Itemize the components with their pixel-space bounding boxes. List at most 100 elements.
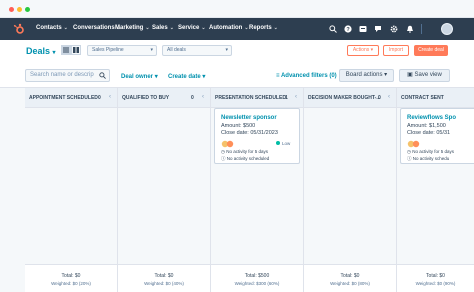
chevron-down-icon: ⌄ <box>145 25 150 31</box>
column-weighted: Weighted: $0 (20%) <box>51 281 91 286</box>
settings-icon[interactable] <box>389 24 398 33</box>
info-icon: ⓘ <box>221 156 226 161</box>
chevron-down-icon: ▾ <box>384 72 388 78</box>
list-view-icon <box>63 47 69 53</box>
grid-view-toggle[interactable] <box>71 45 81 55</box>
column-footer: Total: $0 Weighted: $0 (90%) <box>397 264 474 292</box>
column-footer: Total: $0 Weighted: $0 (80%) <box>304 264 396 292</box>
column-count: 0 <box>98 95 101 101</box>
activity-text: No activity for 5 days <box>226 149 268 154</box>
nav-divider <box>421 24 422 34</box>
import-label: Import <box>388 47 404 53</box>
deal-name[interactable]: Newsletter sponsor <box>221 115 277 121</box>
deal-card[interactable]: Newsletter sponsor Amount: $500 Close da… <box>214 108 300 164</box>
scheduled-text: No activity schedu <box>412 156 450 161</box>
board-view-toggle[interactable] <box>61 45 71 55</box>
deal-card[interactable]: Reviewflows Spo Amount: $1,500 Close dat… <box>400 108 474 164</box>
save-view-button[interactable]: ▣ Save view <box>399 69 450 82</box>
search-icon[interactable] <box>328 24 337 33</box>
create-deal-button[interactable]: Create deal <box>414 45 448 56</box>
chevron-down-icon: ▾ <box>150 47 153 53</box>
collapse-left-icon[interactable]: ‹ <box>388 94 390 100</box>
chevron-down-icon: ⌄ <box>63 25 68 31</box>
pipeline-column: DECISION MAKER BOUGHT-... 0 ‹ Total: $0 … <box>304 88 397 292</box>
maximize-window-icon[interactable] <box>25 7 30 12</box>
column-header: QUALIFIED TO BUY 0 ‹ <box>118 88 210 108</box>
column-footer: Total: $0 Weighted: $0 (20%) <box>25 264 117 292</box>
collapse-left-icon[interactable]: ‹ <box>109 94 111 100</box>
save-view-label: Save view <box>414 72 442 78</box>
nav-label: Contacts <box>36 25 62 31</box>
avatar[interactable] <box>441 23 453 35</box>
scheduled-status: ⓘ No activity scheduled <box>221 156 269 162</box>
app-window: Contacts ⌄ Conversations ⌄ Marketing ⌄ Sale… <box>0 0 474 292</box>
priority-label: Low <box>282 141 291 146</box>
column-header: APPOINTMENT SCHEDULED 0 ‹ <box>25 88 117 108</box>
deal-owner-filter[interactable]: Deal owner ▾ <box>121 73 158 80</box>
scheduled-status: ⓘ No activity schedu <box>407 156 449 162</box>
column-weighted: Weighted: $0 (40%) <box>144 281 184 286</box>
collapse-left-icon[interactable]: ‹ <box>295 94 297 100</box>
bell-icon[interactable] <box>405 24 414 33</box>
deals-filter-value: All deals <box>167 47 186 53</box>
actions-label: Actions <box>352 47 370 53</box>
column-total: Total: $0 <box>154 273 174 279</box>
pipeline-column: PRESENTATION SCHEDULED 1 ‹ Newsletter sp… <box>211 88 304 292</box>
column-header: PRESENTATION SCHEDULED 1 ‹ <box>211 88 303 108</box>
nav-item-automation[interactable]: Automation ⌄ <box>209 25 249 31</box>
nav-item-sales[interactable]: Sales ⌄ <box>152 25 174 31</box>
advanced-filters-label: Advanced filters (0) <box>280 73 337 79</box>
create-date-filter[interactable]: Create date ▾ <box>168 73 205 80</box>
chevron-down-icon: ⌄ <box>244 25 249 31</box>
column-name: DECISION MAKER BOUGHT-... <box>308 95 381 101</box>
save-icon: ▣ <box>407 72 413 78</box>
info-icon: ⓘ <box>407 156 412 161</box>
deals-filter-select[interactable]: All deals ▾ <box>162 45 232 56</box>
associated-avatars <box>221 140 251 148</box>
board-actions-button[interactable]: Board actions ▾ <box>339 69 394 82</box>
create-deal-label: Create deal <box>418 47 444 53</box>
column-header: CONTRACT SENT <box>397 88 474 108</box>
close-window-icon[interactable] <box>9 7 14 12</box>
pipeline-column: APPOINTMENT SCHEDULED 0 ‹ Total: $0 Weig… <box>25 88 118 292</box>
nav-item-conversations[interactable]: Conversations ⌄ <box>73 25 121 31</box>
scheduled-text: No activity scheduled <box>226 156 270 161</box>
marketplace-icon[interactable] <box>358 24 367 33</box>
pipeline-select[interactable]: Sales Pipeline ▾ <box>87 45 157 56</box>
help-icon[interactable]: ? <box>343 24 352 33</box>
clock-icon: ◷ <box>221 149 225 154</box>
activity-status: ◷ No activity for 5 days <box>407 149 454 155</box>
search-icon <box>99 72 106 79</box>
column-total: Total: $0 <box>426 273 445 279</box>
search-placeholder: Search name or descrip <box>30 72 94 78</box>
filter-icon: ≡ <box>276 73 280 79</box>
activity-text: No activity for 5 days <box>412 149 454 154</box>
minimize-window-icon[interactable] <box>17 7 22 12</box>
deal-owner-label: Deal owner <box>121 74 154 80</box>
nav-item-contacts[interactable]: Contacts ⌄ <box>36 25 68 31</box>
filter-bar: Search name or descrip Deal owner ▾ Crea… <box>0 64 474 88</box>
actions-button[interactable]: Actions ▾ <box>347 45 379 56</box>
create-date-label: Create date <box>168 74 201 80</box>
chevron-down-icon: ▾ <box>52 50 56 56</box>
board-actions-label: Board actions <box>345 72 383 78</box>
nav-item-reports[interactable]: Reports ⌄ <box>249 25 278 31</box>
hubspot-logo-icon[interactable] <box>13 23 25 35</box>
nav-label: Conversations <box>73 25 115 31</box>
collapse-left-icon[interactable]: ‹ <box>202 94 204 100</box>
search-input[interactable]: Search name or descrip <box>25 69 110 82</box>
nav-label: Marketing <box>115 25 144 31</box>
deal-name[interactable]: Reviewflows Spo <box>407 115 456 121</box>
nav-item-service[interactable]: Service ⌄ <box>178 25 206 31</box>
column-weighted: Weighted: $0 (90%) <box>415 281 456 286</box>
notifications-settings-icon[interactable] <box>373 24 382 33</box>
page-header: Deals ▾ Sales Pipeline ▾ All deals ▾ Actio… <box>0 40 474 64</box>
nav-label: Service <box>178 25 200 31</box>
deal-amount: Amount: $500 <box>221 123 256 129</box>
import-button[interactable]: Import <box>383 45 409 56</box>
advanced-filters-link[interactable]: ≡ Advanced filters (0) <box>276 73 337 79</box>
column-count: 0 <box>378 95 381 101</box>
page-title[interactable]: Deals ▾ <box>26 46 56 56</box>
nav-item-marketing[interactable]: Marketing ⌄ <box>115 25 150 31</box>
window-chrome <box>0 0 474 18</box>
